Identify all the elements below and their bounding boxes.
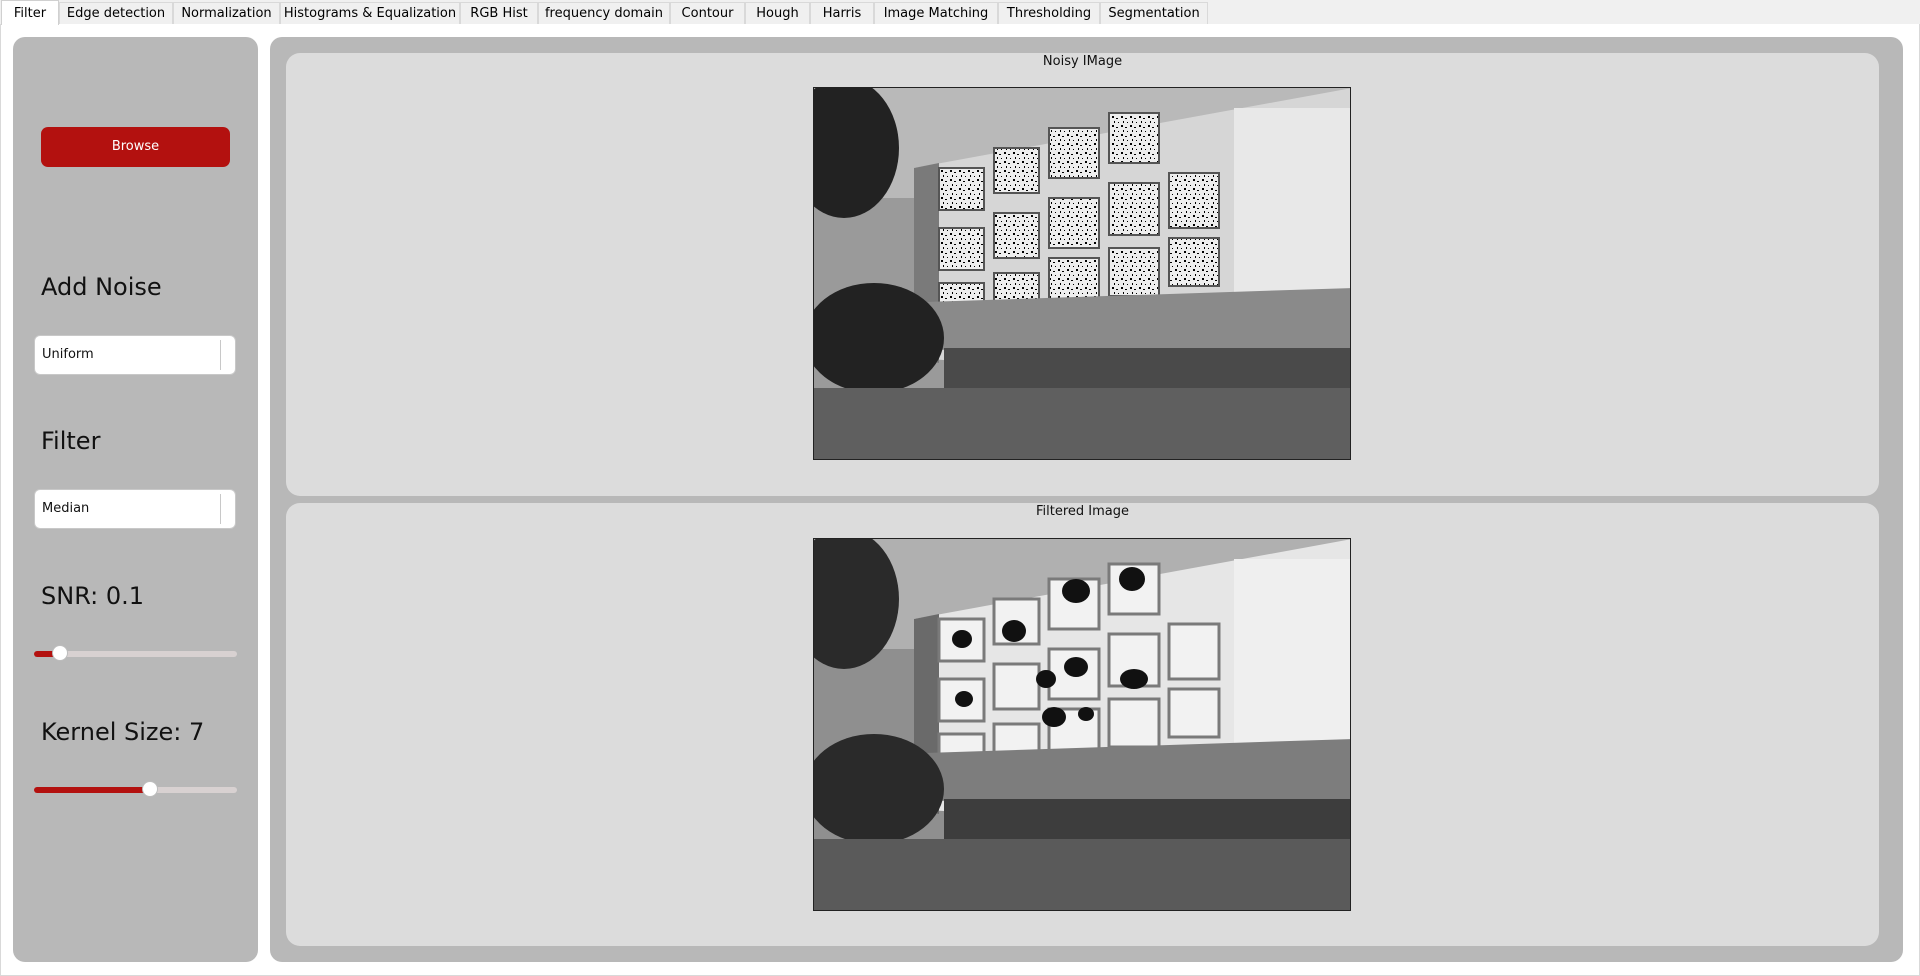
dropdown-separator (220, 494, 221, 524)
filtered-image (813, 538, 1351, 911)
tab-contour[interactable]: Contour (670, 2, 745, 24)
snr-slider[interactable] (34, 645, 237, 661)
tab-filter[interactable]: Filter (1, 0, 59, 25)
filtered-image-title: Filtered Image (1035, 504, 1129, 519)
tab-histograms-equalization[interactable]: Histograms & Equalization (280, 2, 460, 24)
tab-frequency-domain[interactable]: frequency domain (538, 2, 670, 24)
filter-type-select[interactable]: Median (34, 489, 236, 529)
tab-thresholding[interactable]: Thresholding (998, 2, 1100, 24)
filter-type-value: Median (42, 501, 90, 516)
tab-normalization[interactable]: Normalization (173, 2, 280, 24)
noisy-image-title: Noisy IMage (1042, 54, 1123, 69)
kernel-size-label: Kernel Size: 7 (41, 718, 205, 746)
noisy-image-panel: Noisy IMage (286, 53, 1879, 496)
noisy-image (813, 87, 1351, 460)
kernel-slider-fill (34, 787, 150, 793)
filter-title: Filter (41, 427, 101, 455)
tab-bar: Filter Edge detection Normalization Hist… (0, 0, 1920, 25)
tab-hough[interactable]: Hough (745, 2, 810, 24)
tab-segmentation[interactable]: Segmentation (1100, 2, 1208, 24)
dropdown-separator (220, 340, 221, 370)
noise-type-value: Uniform (42, 347, 94, 362)
snr-slider-handle[interactable] (52, 645, 68, 661)
tab-rgb-hist[interactable]: RGB Hist (460, 2, 538, 24)
kernel-slider-handle[interactable] (142, 781, 158, 797)
noise-type-select[interactable]: Uniform (34, 335, 236, 375)
tab-edge-detection[interactable]: Edge detection (59, 2, 173, 24)
kernel-size-slider[interactable] (34, 781, 237, 797)
browse-button[interactable]: Browse (41, 127, 230, 167)
tab-image-matching[interactable]: Image Matching (874, 2, 998, 24)
filtered-image-panel: Filtered Image (286, 503, 1879, 946)
add-noise-title: Add Noise (41, 273, 162, 301)
snr-label: SNR: 0.1 (41, 582, 145, 610)
tab-harris[interactable]: Harris (810, 2, 874, 24)
